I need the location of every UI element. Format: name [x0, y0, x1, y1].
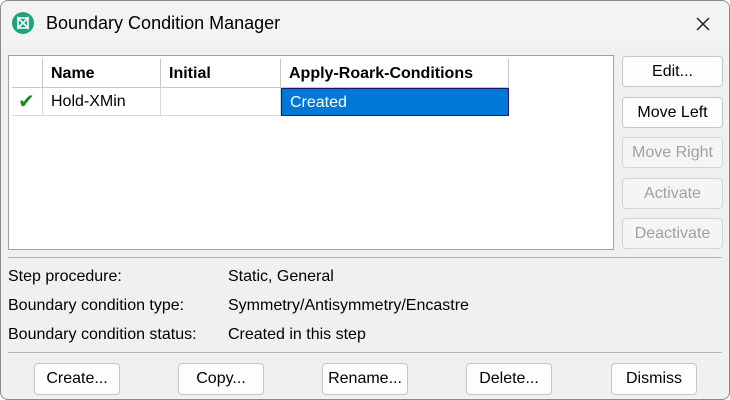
create-button[interactable]: Create...	[34, 363, 120, 395]
bc-type-value: Symmetry/Antisymmetry/Encastre	[228, 297, 469, 314]
move-left-button[interactable]: Move Left	[622, 97, 723, 128]
dismiss-button[interactable]: Dismiss	[611, 363, 697, 395]
window-title: Boundary Condition Manager	[46, 13, 281, 33]
divider-top	[8, 257, 722, 258]
row-initial-cell[interactable]	[161, 88, 281, 116]
app-icon	[12, 12, 34, 34]
move-right-button[interactable]: Move Right	[622, 137, 723, 168]
rename-button[interactable]: Rename...	[322, 363, 408, 395]
copy-button[interactable]: Copy...	[178, 363, 264, 395]
row-step-cell-selected[interactable]: Created	[281, 88, 509, 116]
step-procedure-value: Static, General	[228, 268, 334, 285]
close-icon	[696, 17, 710, 31]
header-initial[interactable]: Initial	[161, 59, 281, 88]
row-name-cell[interactable]: Hold-XMin	[43, 88, 161, 116]
bc-type-label: Boundary condition type:	[8, 297, 185, 314]
close-button[interactable]	[685, 7, 721, 41]
delete-button[interactable]: Delete...	[466, 363, 552, 395]
boundary-condition-table[interactable]: Name Initial Apply-Roark-Conditions ✔ Ho…	[8, 55, 614, 250]
activate-button[interactable]: Activate	[622, 178, 723, 209]
check-icon: ✔	[18, 91, 35, 113]
boundary-condition-manager-window: Boundary Condition Manager Name Initial …	[0, 0, 730, 400]
header-status-column	[12, 59, 43, 88]
step-procedure-label: Step procedure:	[8, 268, 122, 285]
header-name[interactable]: Name	[43, 59, 161, 88]
bc-status-label: Boundary condition status:	[8, 326, 197, 343]
header-step-apply-roark-conditions[interactable]: Apply-Roark-Conditions	[281, 59, 509, 88]
bc-status-value: Created in this step	[228, 326, 366, 343]
title-bar[interactable]: Boundary Condition Manager	[1, 1, 729, 47]
row-status-cell[interactable]: ✔	[12, 88, 43, 116]
edit-button[interactable]: Edit...	[622, 56, 723, 87]
divider-bottom	[8, 352, 722, 353]
deactivate-button[interactable]: Deactivate	[622, 218, 723, 249]
